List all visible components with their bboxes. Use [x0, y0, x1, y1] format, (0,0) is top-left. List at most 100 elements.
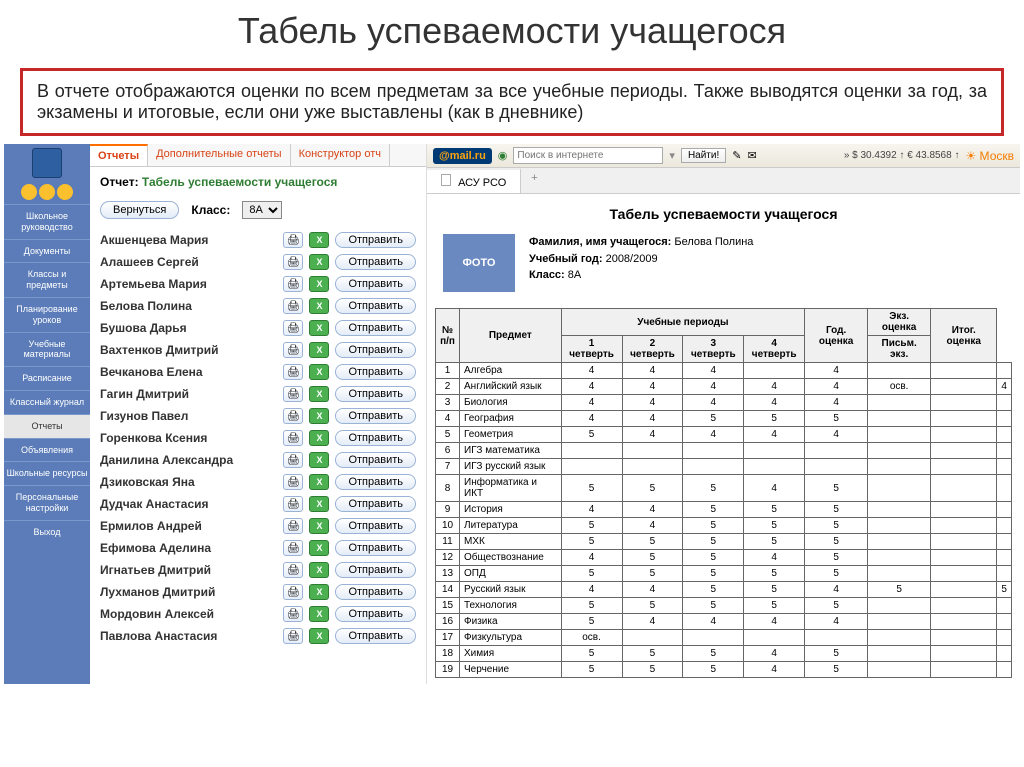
sidebar-item[interactable]: Выход: [4, 520, 90, 544]
student-name[interactable]: Вечканова Елена: [100, 365, 277, 379]
excel-icon[interactable]: [309, 628, 329, 644]
excel-icon[interactable]: [309, 342, 329, 358]
excel-icon[interactable]: [309, 320, 329, 336]
sidebar-item[interactable]: Документы: [4, 239, 90, 263]
edit-icon[interactable]: ✎: [732, 149, 741, 162]
excel-icon[interactable]: [309, 430, 329, 446]
print-icon[interactable]: [283, 562, 303, 578]
mailru-logo[interactable]: @mail.ru: [433, 148, 492, 164]
sidebar-item[interactable]: Отчеты: [4, 414, 90, 438]
excel-icon[interactable]: [309, 254, 329, 270]
student-name[interactable]: Ефимова Аделина: [100, 541, 277, 555]
send-button[interactable]: Отправить: [335, 386, 416, 402]
send-button[interactable]: Отправить: [335, 518, 416, 534]
world-icon[interactable]: [39, 184, 55, 200]
send-button[interactable]: Отправить: [335, 606, 416, 622]
weather-icon[interactable]: ☀ Москв: [965, 149, 1014, 163]
excel-icon[interactable]: [309, 276, 329, 292]
send-button[interactable]: Отправить: [335, 430, 416, 446]
send-button[interactable]: Отправить: [335, 540, 416, 556]
print-icon[interactable]: [283, 364, 303, 380]
student-name[interactable]: Алашеев Сергей: [100, 255, 277, 269]
excel-icon[interactable]: [309, 232, 329, 248]
sidebar-item[interactable]: Персональные настройки: [4, 485, 90, 520]
excel-icon[interactable]: [309, 562, 329, 578]
excel-icon[interactable]: [309, 364, 329, 380]
print-icon[interactable]: [283, 430, 303, 446]
student-name[interactable]: Ермилов Андрей: [100, 519, 277, 533]
print-icon[interactable]: [283, 298, 303, 314]
sidebar-item[interactable]: Классный журнал: [4, 390, 90, 414]
student-name[interactable]: Павлова Анастасия: [100, 629, 277, 643]
excel-icon[interactable]: [309, 518, 329, 534]
student-name[interactable]: Горенкова Ксения: [100, 431, 277, 445]
student-name[interactable]: Дудчак Анастасия: [100, 497, 277, 511]
print-icon[interactable]: [283, 232, 303, 248]
excel-icon[interactable]: [309, 540, 329, 556]
print-icon[interactable]: [283, 628, 303, 644]
student-name[interactable]: Белова Полина: [100, 299, 277, 313]
browser-tab[interactable]: АСУ РСО: [427, 168, 521, 193]
excel-icon[interactable]: [309, 496, 329, 512]
student-name[interactable]: Дзиковская Яна: [100, 475, 277, 489]
student-name[interactable]: Артемьева Мария: [100, 277, 277, 291]
tab-reports[interactable]: Отчеты: [90, 144, 148, 166]
logout-icon[interactable]: [57, 184, 73, 200]
search-input[interactable]: [513, 147, 663, 164]
print-icon[interactable]: [283, 584, 303, 600]
tab-additional[interactable]: Дополнительные отчеты: [148, 144, 290, 166]
send-button[interactable]: Отправить: [335, 452, 416, 468]
dropdown-icon[interactable]: ▾: [669, 149, 675, 162]
student-name[interactable]: Вахтенков Дмитрий: [100, 343, 277, 357]
print-icon[interactable]: [283, 540, 303, 556]
excel-icon[interactable]: [309, 584, 329, 600]
find-button[interactable]: Найти!: [681, 148, 726, 163]
send-button[interactable]: Отправить: [335, 628, 416, 644]
print-icon[interactable]: [283, 254, 303, 270]
excel-icon[interactable]: [309, 408, 329, 424]
print-icon[interactable]: [283, 320, 303, 336]
print-icon[interactable]: [283, 496, 303, 512]
sidebar-item[interactable]: Учебные материалы: [4, 332, 90, 367]
excel-icon[interactable]: [309, 474, 329, 490]
student-name[interactable]: Гизунов Павел: [100, 409, 277, 423]
send-button[interactable]: Отправить: [335, 408, 416, 424]
sidebar-item[interactable]: Школьное руководство: [4, 204, 90, 239]
print-icon[interactable]: [283, 276, 303, 292]
sidebar-item[interactable]: Классы и предметы: [4, 262, 90, 297]
sidebar-item[interactable]: Объявления: [4, 438, 90, 462]
student-name[interactable]: Игнатьев Дмитрий: [100, 563, 277, 577]
tab-constructor[interactable]: Конструктор отч: [291, 144, 390, 166]
sidebar-item[interactable]: Школьные ресурсы: [4, 461, 90, 485]
print-icon[interactable]: [283, 452, 303, 468]
print-icon[interactable]: [283, 606, 303, 622]
add-tab-button[interactable]: +: [521, 168, 547, 193]
student-name[interactable]: Гагин Дмитрий: [100, 387, 277, 401]
student-name[interactable]: Бушова Дарья: [100, 321, 277, 335]
send-button[interactable]: Отправить: [335, 562, 416, 578]
excel-icon[interactable]: [309, 298, 329, 314]
class-select[interactable]: 8А: [242, 201, 282, 219]
print-icon[interactable]: [283, 386, 303, 402]
mail-icon[interactable]: ✉: [747, 149, 756, 162]
send-button[interactable]: Отправить: [335, 584, 416, 600]
user-icon[interactable]: [21, 184, 37, 200]
sidebar-item[interactable]: Планирование уроков: [4, 297, 90, 332]
excel-icon[interactable]: [309, 386, 329, 402]
print-icon[interactable]: [283, 342, 303, 358]
print-icon[interactable]: [283, 474, 303, 490]
send-button[interactable]: Отправить: [335, 298, 416, 314]
student-name[interactable]: Лухманов Дмитрий: [100, 585, 277, 599]
student-name[interactable]: Данилина Александра: [100, 453, 277, 467]
send-button[interactable]: Отправить: [335, 364, 416, 380]
send-button[interactable]: Отправить: [335, 276, 416, 292]
send-button[interactable]: Отправить: [335, 496, 416, 512]
student-name[interactable]: Акшенцева Мария: [100, 233, 277, 247]
back-button[interactable]: Вернуться: [100, 201, 179, 219]
excel-icon[interactable]: [309, 452, 329, 468]
print-icon[interactable]: [283, 518, 303, 534]
send-button[interactable]: Отправить: [335, 254, 416, 270]
sidebar-item[interactable]: Расписание: [4, 366, 90, 390]
send-button[interactable]: Отправить: [335, 232, 416, 248]
send-button[interactable]: Отправить: [335, 474, 416, 490]
